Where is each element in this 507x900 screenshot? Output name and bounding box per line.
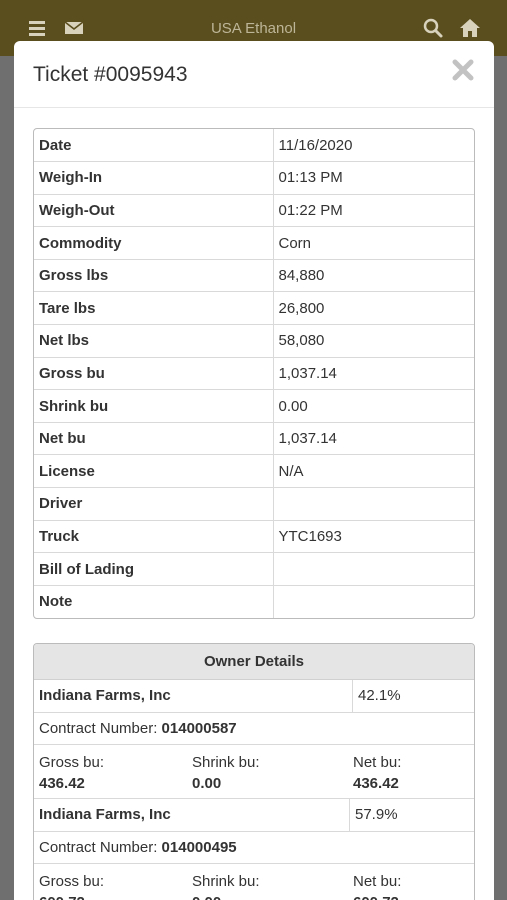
contract-label: Contract Number: <box>39 720 158 737</box>
row-label: Commodity <box>34 226 274 260</box>
table-row: Gross lbs 84,880 <box>34 258 474 292</box>
gross-col: Gross bu: 600.72 <box>39 871 192 900</box>
shrink-col: Shrink bu: 0.00 <box>192 871 353 900</box>
owner-values-row: Gross bu: 600.72 Shrink bu: 0.00 Net bu:… <box>34 863 474 900</box>
net-label: Net bu: <box>353 754 402 771</box>
row-value: 1,037.14 <box>273 356 474 390</box>
row-value: N/A <box>273 454 474 488</box>
owner-name-row: Indiana Farms, Inc 57.9% <box>34 798 474 831</box>
owner-contract-row: Contract Number: 014000587 <box>34 712 474 744</box>
shrink-value: 0.00 <box>192 892 353 900</box>
row-label: Gross bu <box>34 356 274 390</box>
shrink-value: 0.00 <box>192 775 222 792</box>
close-icon[interactable] <box>450 57 476 83</box>
row-label: Truck <box>34 519 274 553</box>
row-value: 84,880 <box>273 258 474 292</box>
row-label: Weigh-In <box>34 161 274 195</box>
owner-name: Indiana Farms, Inc <box>34 680 353 712</box>
row-label: Driver <box>34 487 274 521</box>
table-row: Tare lbs 26,800 <box>34 291 474 325</box>
row-label: Date <box>34 129 274 162</box>
table-row: Note <box>34 584 474 618</box>
search-icon[interactable] <box>422 17 444 39</box>
row-label: Net bu <box>34 421 274 455</box>
row-label: Weigh-Out <box>34 193 274 227</box>
owner-percent: 42.1% <box>358 687 401 704</box>
row-value: 58,080 <box>273 324 474 358</box>
table-row: Weigh-Out 01:22 PM <box>34 193 474 227</box>
modal-title: Ticket #0095943 <box>33 63 188 86</box>
shrink-label: Shrink bu: <box>192 754 260 771</box>
table-row: Bill of Lading <box>34 552 474 586</box>
row-value: 26,800 <box>273 291 474 325</box>
row-label: Note <box>34 584 274 618</box>
row-value: 1,037.14 <box>273 421 474 455</box>
net-col: Net bu: 600.72 <box>353 871 401 900</box>
shrink-label: Shrink bu: <box>192 873 260 890</box>
gross-value: 600.72 <box>39 892 192 900</box>
owner-percent: 57.9% <box>355 806 398 823</box>
row-value <box>273 487 474 521</box>
shrink-col: Shrink bu: 0.00 <box>192 752 353 798</box>
row-value: Corn <box>273 226 474 260</box>
row-value: YTC1693 <box>273 519 474 553</box>
net-value: 600.72 <box>353 892 401 900</box>
table-row: Net lbs 58,080 <box>34 324 474 358</box>
row-value: 11/16/2020 <box>278 136 353 154</box>
owner-details-table: Owner Details Indiana Farms, Inc 42.1% C… <box>33 643 475 900</box>
table-row: Driver <box>34 487 474 521</box>
net-col: Net bu: 436.42 <box>353 752 401 798</box>
owner-contract-row: Contract Number: 014000495 <box>34 831 474 863</box>
home-icon[interactable] <box>459 17 481 39</box>
modal-header: Ticket #0095943 <box>14 41 494 108</box>
ticket-details-table: Date 11/16/2020 Weigh-In 01:13 PM Weigh-Ou… <box>33 128 475 619</box>
row-label: Tare lbs <box>34 291 274 325</box>
owner-details-heading: Owner Details <box>34 644 474 680</box>
table-row: Truck YTC1693 <box>34 519 474 553</box>
table-row: Weigh-In 01:13 PM <box>34 161 474 195</box>
row-value: 01:22 PM <box>273 193 474 227</box>
row-label: Gross lbs <box>34 258 274 292</box>
contract-number: 014000495 <box>161 839 237 856</box>
table-row: Date 11/16/2020 <box>34 129 474 162</box>
table-row: Shrink bu 0.00 <box>34 389 474 423</box>
row-label: Bill of Lading <box>34 552 274 586</box>
owner-name: Indiana Farms, Inc <box>34 799 350 831</box>
contract-label: Contract Number: <box>39 839 158 856</box>
table-row: Net bu 1,037.14 <box>34 421 474 455</box>
row-value <box>273 552 474 586</box>
row-label: Net lbs <box>34 324 274 358</box>
owner-name-row: Indiana Farms, Inc 42.1% <box>34 680 474 712</box>
net-value: 436.42 <box>353 775 399 792</box>
gross-col: Gross bu: 436.42 <box>39 752 192 798</box>
row-value <box>273 584 474 618</box>
gross-label: Gross bu: <box>39 873 105 890</box>
row-value: 0.00 <box>273 389 474 423</box>
gross-value: 436.42 <box>39 775 85 792</box>
row-label: License <box>34 454 274 488</box>
table-row: Commodity Corn <box>34 226 474 260</box>
net-label: Net bu: <box>353 873 402 890</box>
row-label: Shrink bu <box>34 389 274 423</box>
row-value: 01:13 PM <box>273 161 474 195</box>
gross-label: Gross bu: <box>39 754 105 771</box>
ticket-modal: Ticket #0095943 Date 11/16/2020 Weigh-In 0… <box>14 41 494 900</box>
table-row: Gross bu 1,037.14 <box>34 356 474 390</box>
table-row: License N/A <box>34 454 474 488</box>
owner-values-row: Gross bu: 436.42 Shrink bu: 0.00 Net bu:… <box>34 744 474 798</box>
contract-number: 014000587 <box>161 720 237 737</box>
